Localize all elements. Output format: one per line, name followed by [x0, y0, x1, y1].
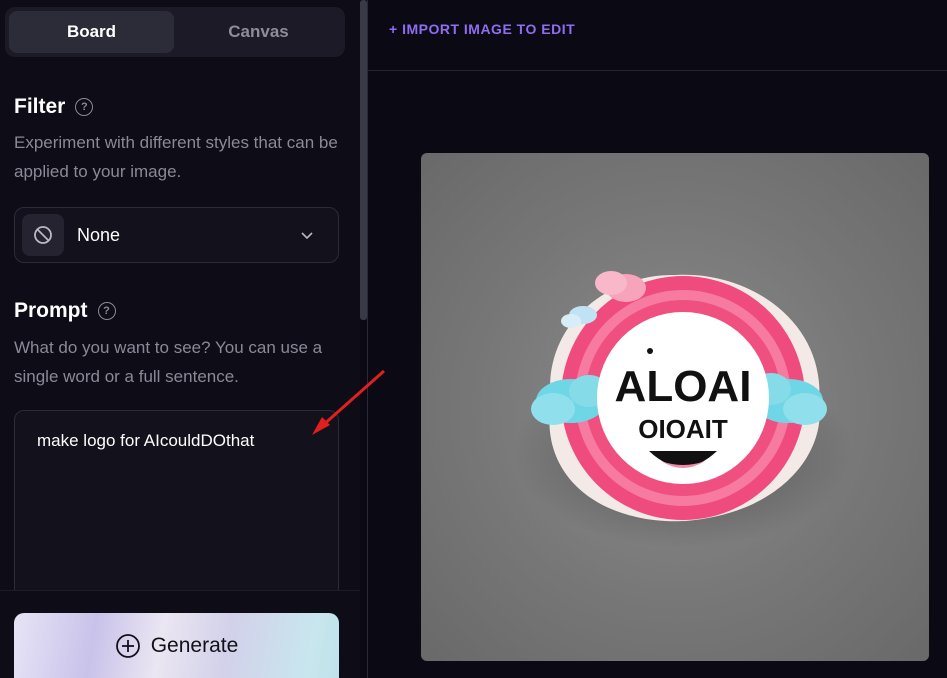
filter-selected-value: None — [77, 224, 121, 245]
prompt-description: What do you want to see? You can use a s… — [14, 338, 323, 386]
logo-line2: OIOAIT — [638, 414, 728, 444]
sidebar: Board Canvas Filter ? Experiment with di… — [0, 0, 360, 678]
import-image-link[interactable]: + IMPORT IMAGE TO EDIT — [389, 21, 575, 37]
logo-line1: ALOAI — [615, 362, 752, 411]
generated-image[interactable]: ALOAI OIOAIT — [421, 153, 929, 661]
prompt-heading: Prompt ? — [14, 299, 116, 323]
view-tabs: Board Canvas — [5, 7, 345, 57]
plus-circle-icon — [115, 633, 140, 658]
generate-button[interactable]: Generate — [14, 613, 339, 678]
sidebar-scrollbar[interactable] — [360, 0, 367, 320]
help-icon[interactable]: ? — [97, 302, 116, 320]
tab-canvas[interactable]: Canvas — [176, 11, 341, 53]
header-divider — [368, 70, 947, 71]
help-icon[interactable]: ? — [75, 98, 94, 116]
generate-label: Generate — [150, 633, 239, 657]
logo-sticker-image: ALOAI OIOAIT — [513, 271, 853, 548]
prompt-title: Prompt — [14, 299, 88, 322]
prompt-textarea[interactable]: make logo for AIcouldDOthat — [14, 410, 339, 610]
filter-select[interactable]: None — [14, 207, 339, 263]
filter-description: Experiment with different styles that ca… — [14, 133, 338, 181]
panel-divider — [367, 0, 368, 678]
chevron-down-icon — [301, 232, 313, 240]
tab-board[interactable]: Board — [9, 11, 174, 53]
no-symbol-icon — [22, 214, 64, 256]
filter-title: Filter — [14, 95, 66, 118]
filter-heading: Filter ? — [14, 95, 94, 119]
